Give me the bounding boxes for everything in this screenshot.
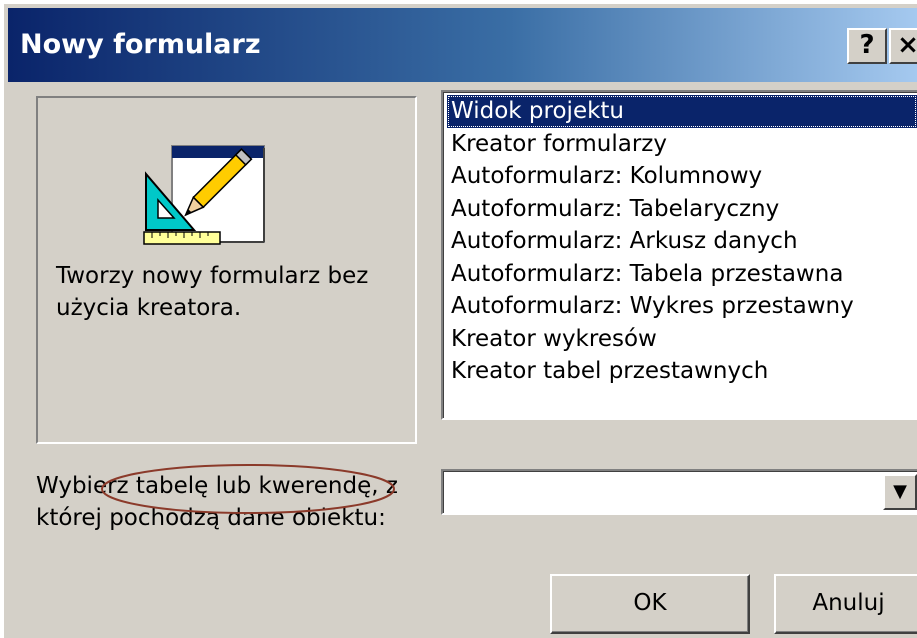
source-table-combobox[interactable]: ▼ bbox=[441, 469, 917, 515]
source-label: Wybierz tabelę lub kwerendę, z której po… bbox=[36, 473, 398, 531]
form-type-item[interactable]: Kreator formularzy bbox=[447, 128, 917, 161]
form-type-item[interactable]: Autoformularz: Wykres przestawny bbox=[447, 290, 917, 323]
form-type-item[interactable]: Widok projektu bbox=[447, 95, 917, 128]
cancel-button[interactable]: Anuluj bbox=[774, 574, 917, 634]
form-type-item[interactable]: Kreator wykresów bbox=[447, 323, 917, 356]
dropdown-arrow-icon[interactable]: ▼ bbox=[883, 474, 917, 510]
ok-button[interactable]: OK bbox=[550, 574, 750, 634]
title-bar[interactable]: Nowy formularz ? × bbox=[8, 8, 917, 82]
form-type-listbox[interactable]: Widok projektu Kreator formularzy Autoform… bbox=[441, 90, 917, 420]
preview-panel: Tworzy nowy formularz bez użycia kreator… bbox=[36, 96, 417, 444]
window-title: Nowy formularz bbox=[20, 29, 261, 60]
help-button[interactable]: ? bbox=[847, 28, 887, 64]
form-type-item[interactable]: Autoformularz: Tabelaryczny bbox=[447, 193, 917, 226]
form-type-item[interactable]: Autoformularz: Tabela przestawna bbox=[447, 258, 917, 291]
new-form-dialog: Nowy formularz ? × Tworzy nowy formularz… bbox=[0, 0, 917, 638]
form-type-item[interactable]: Kreator tabel przestawnych bbox=[447, 355, 917, 388]
preview-description: Tworzy nowy formularz bez użycia kreator… bbox=[56, 263, 369, 321]
form-type-item[interactable]: Autoformularz: Kolumnowy bbox=[447, 160, 917, 193]
form-type-list: Widok projektu Kreator formularzy Autoform… bbox=[443, 92, 917, 388]
form-type-item[interactable]: Autoformularz: Arkusz danych bbox=[447, 225, 917, 258]
close-button[interactable]: × bbox=[889, 28, 917, 64]
form-design-icon bbox=[143, 145, 265, 245]
